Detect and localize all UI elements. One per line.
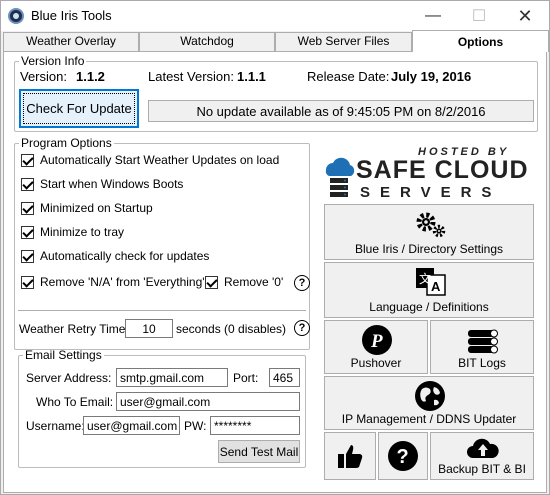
- logo-servers: SERVERS: [360, 184, 502, 201]
- log-pile-icon: [468, 329, 498, 354]
- update-status: No update available as of 9:45:05 PM on …: [148, 100, 534, 122]
- server-address-input[interactable]: smtp.gmail.com: [116, 368, 228, 387]
- cloud-upload-icon: [467, 438, 499, 458]
- program-options-group: Program Options: [14, 136, 310, 350]
- checkbox-checked-icon: [21, 225, 34, 239]
- checkbox-label: Automatically Start Weather Updates on l…: [40, 153, 280, 167]
- version-label: Version:: [20, 69, 67, 84]
- tab-weather-overlay[interactable]: Weather Overlay: [3, 32, 139, 51]
- remove-na-checkbox[interactable]: Remove 'N/A' from 'Everything': [21, 275, 205, 289]
- checkbox-checked-icon: [21, 153, 34, 167]
- checkbox-label: Automatically check for updates: [40, 249, 210, 263]
- gears-icon: [416, 212, 446, 238]
- version-value: 1.1.2: [76, 69, 105, 84]
- checkbox-label: Minimized on Startup: [40, 201, 153, 215]
- tile-label: Language / Definitions: [369, 300, 489, 314]
- svg-text:A: A: [431, 279, 441, 294]
- tab-watchdog[interactable]: Watchdog: [139, 32, 275, 51]
- checkbox-checked-icon: [205, 275, 218, 289]
- tab-web-server-files[interactable]: Web Server Files: [275, 32, 412, 51]
- app-window: Blue Iris Tools — ☐ ✕ Weather Overlay Wa…: [0, 0, 550, 495]
- checkbox-checked-icon: [21, 275, 34, 289]
- minimize-to-tray-checkbox[interactable]: Minimize to tray: [21, 225, 124, 239]
- release-date-label: Release Date:: [307, 69, 390, 84]
- window-title: Blue Iris Tools: [31, 8, 112, 23]
- tab-options[interactable]: Options: [412, 30, 549, 52]
- check-for-update-button[interactable]: Check For Update: [19, 89, 139, 128]
- send-test-mail-button[interactable]: Send Test Mail: [218, 440, 300, 463]
- translate-icon: 文 A: [416, 268, 446, 296]
- question-icon: ?: [388, 441, 418, 471]
- tile-label: BIT Logs: [458, 356, 506, 370]
- globe-icon: [415, 381, 445, 411]
- who-to-email-input[interactable]: user@gmail.com: [116, 392, 300, 411]
- checkbox-checked-icon: [21, 201, 34, 215]
- version-info-legend: Version Info: [21, 54, 85, 68]
- who-to-email-label: Who To Email:: [36, 395, 114, 409]
- maximize-button[interactable]: ☐: [456, 1, 502, 31]
- port-label: Port:: [233, 371, 259, 385]
- tile-label: Blue Iris / Directory Settings: [354, 242, 504, 256]
- retry-time-suffix: seconds (0 disables): [176, 322, 287, 336]
- svg-text:?: ?: [397, 446, 409, 468]
- latest-version-label: Latest Version:: [148, 69, 234, 84]
- divider: [18, 310, 306, 311]
- release-date-value: July 19, 2016: [391, 69, 472, 84]
- checkbox-checked-icon: [21, 177, 34, 191]
- email-settings-legend: Email Settings: [25, 348, 102, 362]
- options-panel: Version Info Version: 1.1.2 Latest Versi…: [3, 51, 547, 493]
- checkbox-checked-icon: [21, 249, 34, 263]
- thumbs-up-icon: [338, 445, 363, 468]
- help-retry-icon[interactable]: ?: [294, 320, 310, 336]
- safe-cloud-servers-logo: HOSTED BY SAFE CLOUD SERVERS: [320, 146, 538, 204]
- bi-directory-settings-button[interactable]: Blue Iris / Directory Settings: [324, 204, 534, 260]
- auto-start-weather-checkbox[interactable]: Automatically Start Weather Updates on l…: [21, 153, 279, 167]
- blue-iris-app-icon: [8, 8, 24, 24]
- help-remove-icon[interactable]: ?: [294, 275, 310, 291]
- logo-safe-cloud: SAFE CLOUD: [356, 156, 529, 184]
- ip-management-button[interactable]: IP Management / DDNS Updater: [324, 376, 534, 430]
- like-button[interactable]: [324, 432, 376, 480]
- minimize-button[interactable]: —: [410, 1, 456, 31]
- title-bar: Blue Iris Tools — ☐ ✕: [1, 1, 549, 31]
- program-options-legend: Program Options: [21, 136, 112, 150]
- auto-check-updates-checkbox[interactable]: Automatically check for updates: [21, 249, 209, 263]
- pushover-icon: P: [362, 325, 392, 355]
- minimized-on-startup-checkbox[interactable]: Minimized on Startup: [21, 201, 153, 215]
- username-input[interactable]: user@gmail.com: [83, 416, 180, 435]
- start-with-windows-checkbox[interactable]: Start when Windows Boots: [21, 177, 183, 191]
- retry-time-label: Weather Retry Time: [19, 322, 126, 336]
- checkbox-label: Minimize to tray: [40, 225, 125, 239]
- svg-text:文: 文: [419, 271, 431, 286]
- language-definitions-button[interactable]: 文 A Language / Definitions: [324, 262, 534, 318]
- latest-version-value: 1.1.1: [237, 69, 266, 84]
- help-button[interactable]: ?: [378, 432, 428, 480]
- pushover-button[interactable]: P Pushover: [324, 320, 428, 374]
- retry-time-input[interactable]: 10: [125, 319, 173, 338]
- tile-label: Backup BIT & BI: [438, 462, 526, 476]
- server-address-label: Server Address:: [26, 371, 112, 385]
- password-input[interactable]: ********: [210, 416, 300, 435]
- backup-button[interactable]: Backup BIT & BI: [430, 432, 534, 480]
- svg-text:P: P: [370, 331, 383, 352]
- username-label: Username:: [26, 419, 85, 433]
- port-input[interactable]: 465: [269, 368, 300, 387]
- tab-strip: Weather Overlay Watchdog Web Server File…: [1, 30, 549, 52]
- remove-zero-checkbox[interactable]: Remove '0': [205, 275, 283, 289]
- tile-label: IP Management / DDNS Updater: [341, 412, 517, 426]
- checkbox-label: Remove '0': [224, 275, 284, 289]
- close-button[interactable]: ✕: [502, 1, 548, 31]
- bit-logs-button[interactable]: BIT Logs: [430, 320, 534, 374]
- password-label: PW:: [184, 419, 207, 433]
- checkbox-label: Remove 'N/A' from 'Everything': [40, 275, 205, 289]
- checkbox-label: Start when Windows Boots: [40, 177, 184, 191]
- tile-label: Pushover: [350, 356, 402, 370]
